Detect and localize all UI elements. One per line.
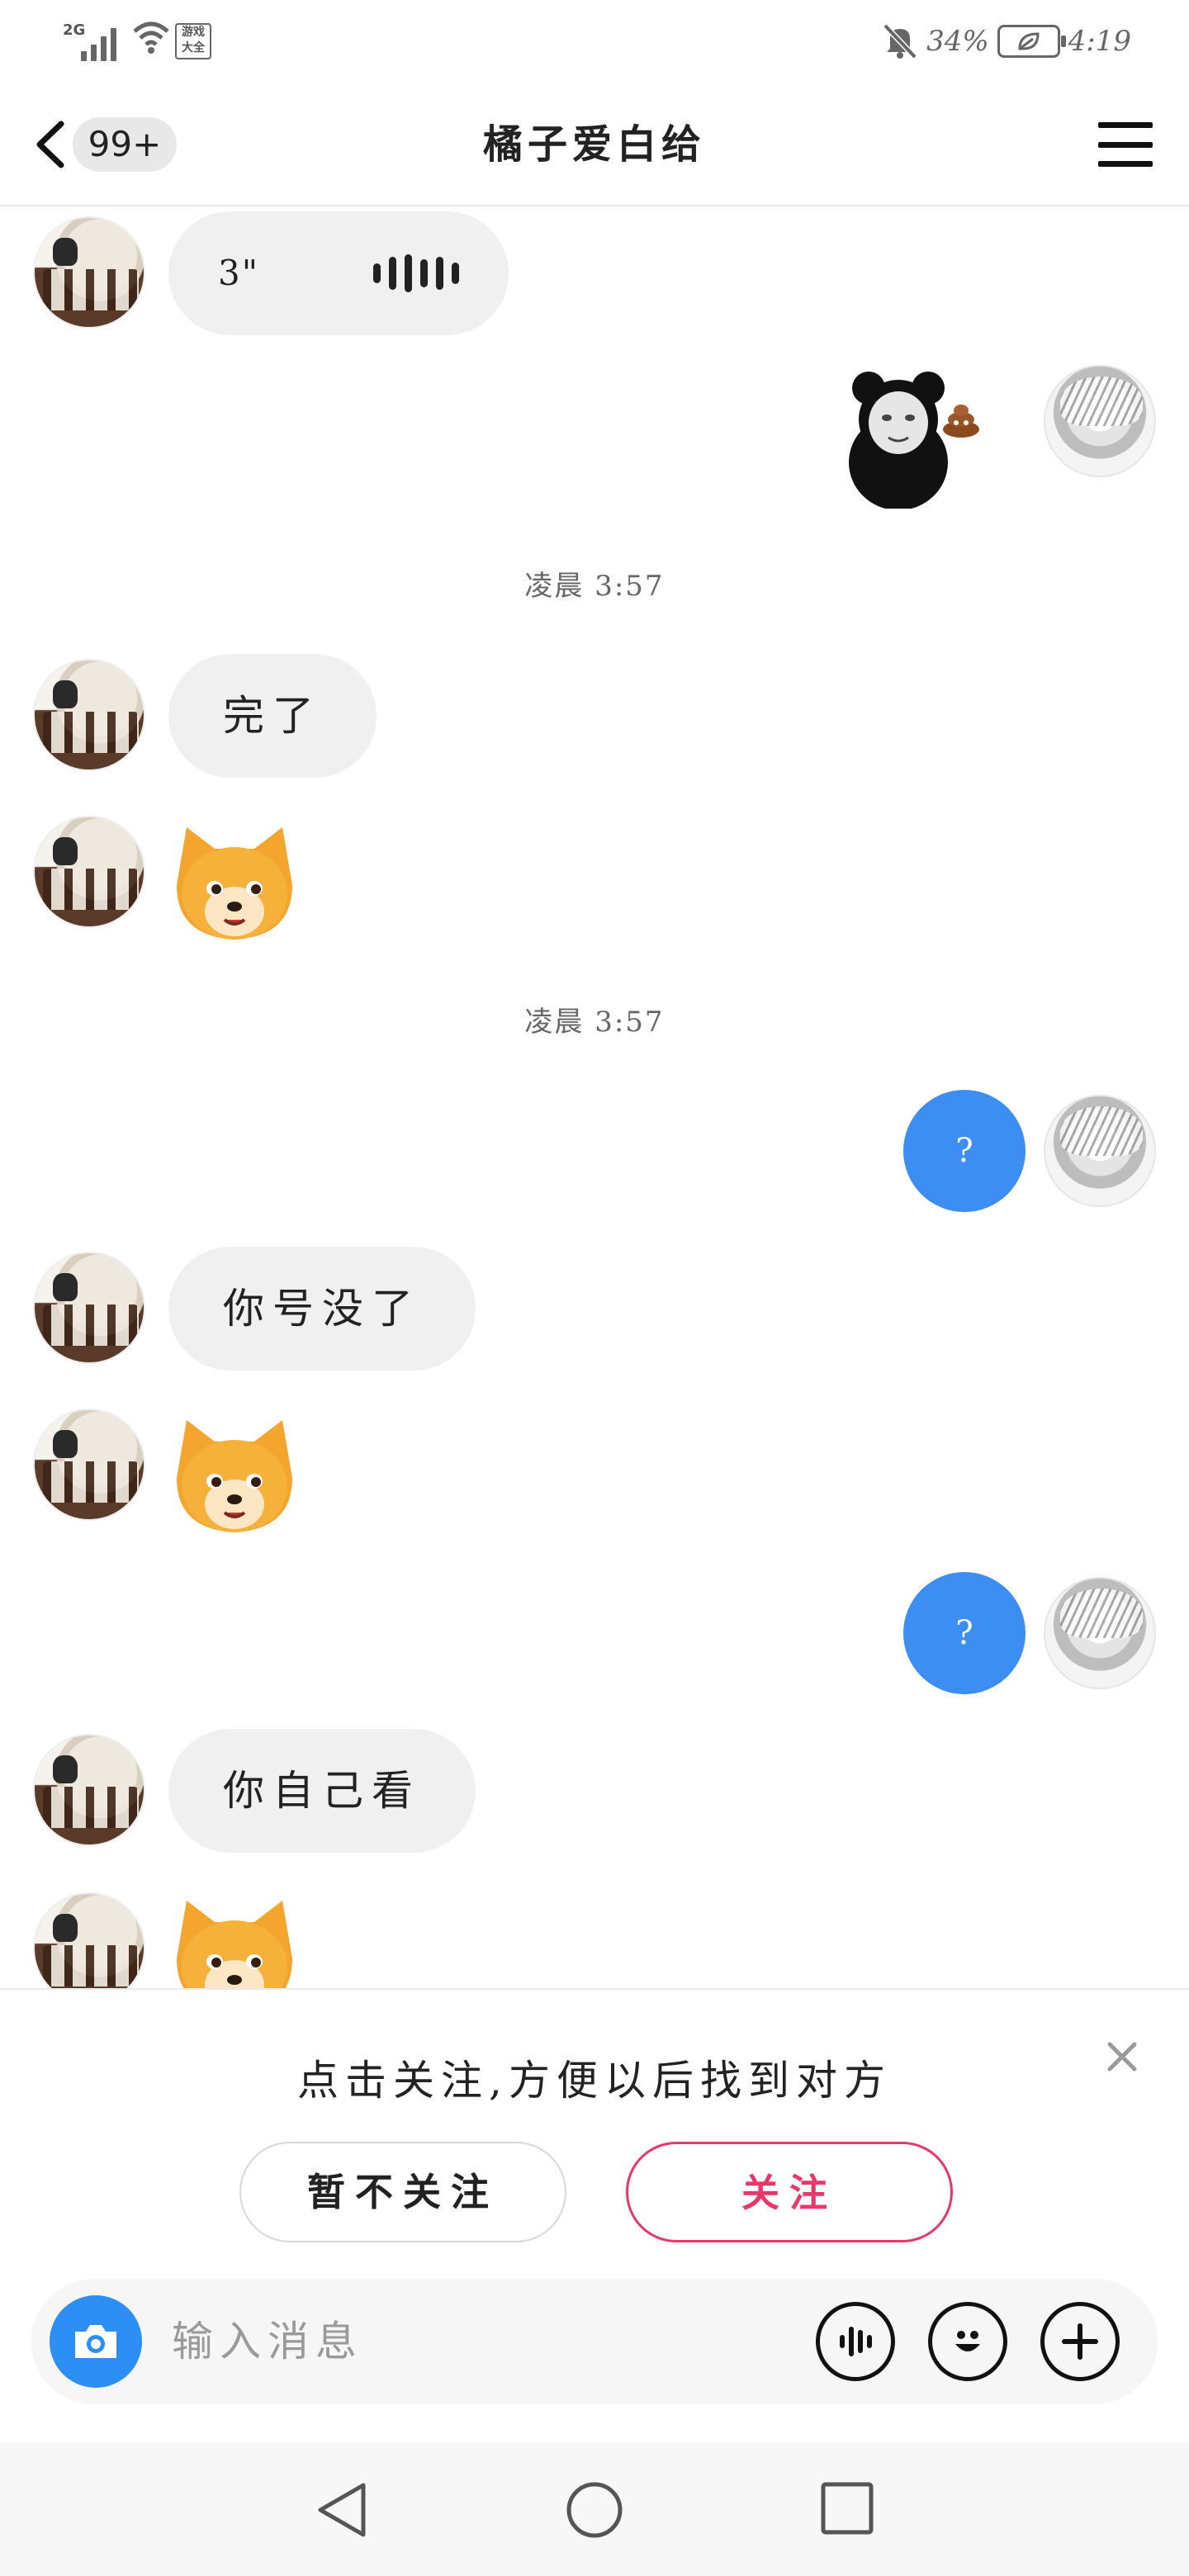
- signal-icon: [81, 25, 116, 61]
- doge-sticker[interactable]: [168, 811, 301, 943]
- close-icon[interactable]: [1105, 2039, 1139, 2074]
- system-navigation-bar: [0, 2442, 1189, 2576]
- message-input[interactable]: [172, 2308, 799, 2375]
- battery-percent: 34%: [926, 25, 989, 58]
- chat-title: 橘子爱白给: [482, 121, 706, 168]
- voice-duration: 3": [218, 253, 260, 293]
- status-right: 34% 4:19: [882, 18, 1131, 64]
- wifi-icon: [133, 21, 169, 54]
- panda-poop-sticker[interactable]: [847, 365, 988, 509]
- battery-icon: [997, 25, 1066, 58]
- voice-input-button[interactable]: [816, 2302, 895, 2381]
- contact-avatar[interactable]: [33, 1252, 145, 1364]
- follow-prompt-text: 点击关注,方便以后找到对方: [297, 2057, 892, 2105]
- contact-avatar[interactable]: [33, 659, 145, 771]
- plus-icon: [1062, 2323, 1098, 2360]
- contact-avatar[interactable]: [33, 1892, 145, 1988]
- contact-avatar[interactable]: [33, 216, 145, 329]
- text-message[interactable]: 你号没了: [168, 1247, 476, 1371]
- camera-icon: [75, 2325, 116, 2358]
- menu-icon[interactable]: [1098, 122, 1153, 167]
- nav-home-icon[interactable]: [565, 2480, 624, 2540]
- follow-prompt: 点击关注,方便以后找到对方 暂不关注 关注: [0, 1988, 1189, 2269]
- contact-avatar[interactable]: [33, 1409, 145, 1521]
- status-bar: 2G 游戏 大全 34% 4:19: [0, 0, 1189, 83]
- emoji-button[interactable]: [928, 2302, 1007, 2381]
- follow-button[interactable]: 关注: [626, 2142, 953, 2242]
- contact-avatar[interactable]: [33, 816, 145, 928]
- more-button[interactable]: [1040, 2302, 1120, 2381]
- clock: 4:19: [1068, 25, 1131, 58]
- message-list[interactable]: 3" 凌晨 3:57 完了 凌晨 3:57 ? 你号没了 ? 你自己看: [0, 208, 1189, 1988]
- chat-header: 99+ 橘子爱白给: [0, 83, 1189, 206]
- smiley-icon: [955, 2331, 980, 2351]
- voice-wave-icon: [840, 2327, 872, 2356]
- doge-sticker[interactable]: [168, 1404, 301, 1536]
- message-composer: [31, 2279, 1158, 2404]
- my-avatar[interactable]: [1044, 365, 1156, 477]
- voice-wave-icon: [373, 254, 459, 292]
- my-avatar[interactable]: [1044, 1095, 1156, 1207]
- status-left: 2G 游戏 大全: [63, 20, 228, 66]
- nav-recents-icon[interactable]: [819, 2480, 875, 2536]
- my-avatar[interactable]: [1044, 1577, 1156, 1689]
- skip-follow-button[interactable]: 暂不关注: [239, 2142, 566, 2242]
- timestamp: 凌晨 3:57: [524, 1006, 665, 1039]
- doge-sticker[interactable]: [168, 1884, 301, 1988]
- game-app-icon: 游戏 大全: [175, 23, 211, 59]
- timestamp: 凌晨 3:57: [524, 570, 665, 603]
- question-message[interactable]: ?: [903, 1090, 1026, 1212]
- nav-back-icon[interactable]: [314, 2480, 372, 2540]
- text-message[interactable]: 完了: [168, 654, 377, 778]
- question-message[interactable]: ?: [903, 1572, 1026, 1694]
- camera-button[interactable]: [50, 2295, 142, 2388]
- text-message[interactable]: 你自己看: [168, 1729, 476, 1853]
- voice-message[interactable]: 3": [168, 211, 509, 335]
- mute-bell-icon: [883, 23, 917, 59]
- contact-avatar[interactable]: [33, 1734, 145, 1846]
